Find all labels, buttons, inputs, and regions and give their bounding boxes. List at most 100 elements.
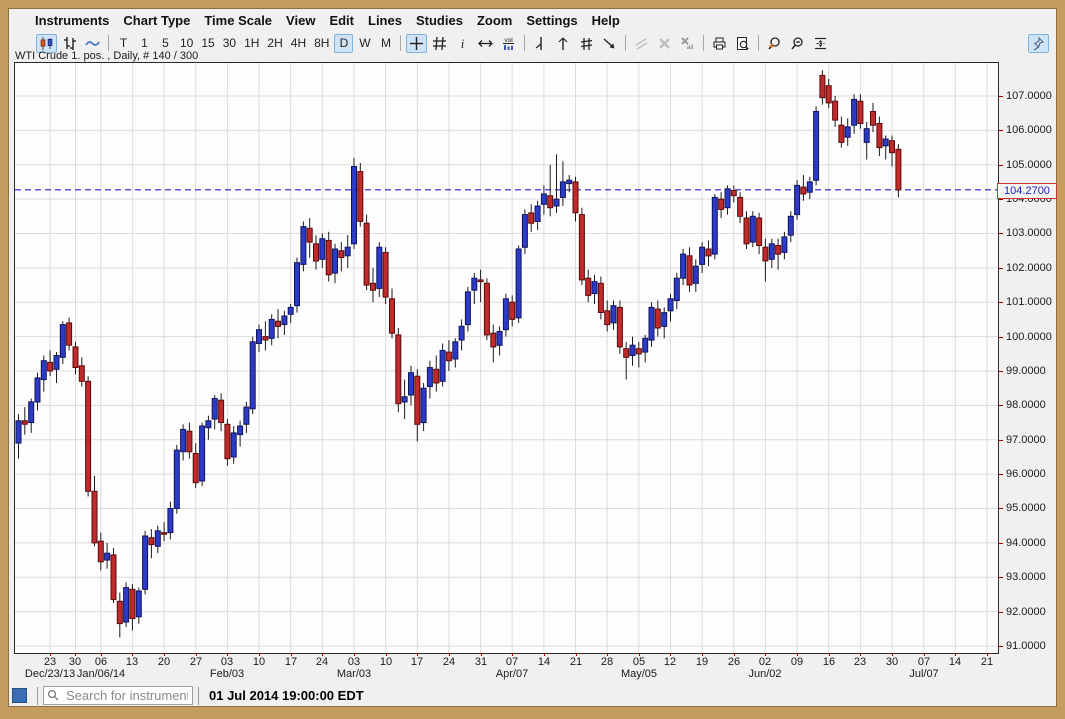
candle-up xyxy=(883,139,888,146)
timeframe-1h-button[interactable]: 1H xyxy=(241,34,262,53)
candle-up xyxy=(168,509,173,533)
print-preview-button[interactable] xyxy=(732,34,753,53)
svg-text:vol: vol xyxy=(505,37,514,44)
candle-down xyxy=(383,252,388,297)
candlestick-chart xyxy=(15,63,998,653)
candle-up xyxy=(244,407,249,424)
candle-down xyxy=(130,589,135,618)
time-axis-day-label: 26 xyxy=(728,656,740,668)
candle-up xyxy=(409,373,414,395)
timeframe-4h-button[interactable]: 4H xyxy=(288,34,309,53)
menu-view[interactable]: View xyxy=(286,13,315,28)
zoom-in-button[interactable] xyxy=(764,34,785,53)
timeframe-w-button[interactable]: W xyxy=(355,34,374,53)
pin-button[interactable] xyxy=(1028,34,1049,53)
candle-down xyxy=(73,347,78,368)
candle-down xyxy=(491,333,496,347)
candle-up xyxy=(503,299,508,330)
parallel-line-tool-button[interactable] xyxy=(576,34,597,53)
candle-down xyxy=(67,323,72,345)
menu-edit[interactable]: Edit xyxy=(329,13,354,28)
candle-up xyxy=(320,239,325,260)
menu-studies[interactable]: Studies xyxy=(416,13,463,28)
candle-down xyxy=(22,421,27,424)
candle-up xyxy=(143,536,148,589)
time-axis-month-label: Jul/07 xyxy=(909,668,938,680)
menu-time-scale[interactable]: Time Scale xyxy=(204,13,272,28)
candle-up xyxy=(269,319,274,338)
grid-button[interactable] xyxy=(429,34,450,53)
toolbar-separator xyxy=(108,35,109,51)
menu-zoom[interactable]: Zoom xyxy=(477,13,512,28)
timeframe-8h-button[interactable]: 8H xyxy=(311,34,332,53)
candle-down xyxy=(731,191,736,196)
candle-down xyxy=(738,197,743,216)
current-price-tag: 104.2700 xyxy=(997,183,1057,199)
print-button[interactable] xyxy=(709,34,730,53)
vertical-line-tool-button[interactable] xyxy=(530,34,551,53)
candle-down xyxy=(276,321,281,326)
menu-chart-type[interactable]: Chart Type xyxy=(123,13,190,28)
candle-down xyxy=(434,369,439,383)
crosshair-button[interactable] xyxy=(406,34,427,53)
toolbar-separator xyxy=(400,35,401,51)
timeframe-d-button[interactable]: D xyxy=(334,34,353,53)
timeframe-2h-button[interactable]: 2H xyxy=(264,34,285,53)
application-content: Instruments Chart Type Time Scale View Edit L… xyxy=(8,8,1057,707)
candle-down xyxy=(826,86,831,103)
price-axis-label: 94.0000 xyxy=(1006,537,1046,549)
time-axis-day-label: 09 xyxy=(791,656,803,668)
chart-plot-area[interactable] xyxy=(14,62,999,654)
instrument-color-swatch[interactable] xyxy=(12,688,27,703)
candle-up xyxy=(649,307,654,340)
time-axis-day-label: 07 xyxy=(918,656,930,668)
zoom-out-button[interactable] xyxy=(787,34,808,53)
candle-up xyxy=(560,182,565,198)
timeframe-m-button[interactable]: M xyxy=(376,34,395,53)
candle-down xyxy=(636,349,641,354)
time-axis-day-label: 30 xyxy=(69,656,81,668)
candle-down xyxy=(193,454,198,483)
volume-button[interactable]: vol xyxy=(498,34,519,53)
toolbar-separator xyxy=(524,35,525,51)
fit-vertical-button[interactable] xyxy=(810,34,831,53)
candle-down xyxy=(598,283,603,312)
search-input[interactable] xyxy=(43,686,193,705)
menu-help[interactable]: Help xyxy=(592,13,620,28)
horizontal-expand-button[interactable] xyxy=(475,34,496,53)
price-axis-tick xyxy=(999,543,1003,544)
price-axis-tick xyxy=(999,612,1003,613)
ray-tool-button[interactable] xyxy=(599,34,620,53)
menu-instruments[interactable]: Instruments xyxy=(35,13,109,28)
candle-up xyxy=(453,342,458,359)
candle-up xyxy=(668,299,673,311)
timeframe-30-button[interactable]: 30 xyxy=(220,34,239,53)
price-axis-tick xyxy=(999,577,1003,578)
trend-line-tool-button[interactable] xyxy=(553,34,574,53)
candle-down xyxy=(219,400,224,422)
candle-down xyxy=(364,223,369,285)
delete-all-lines-button[interactable]: all xyxy=(677,34,698,53)
info-button[interactable]: i xyxy=(452,34,473,53)
menubar: Instruments Chart Type Time Scale View Edit L… xyxy=(9,10,620,31)
candle-up xyxy=(124,588,129,622)
menu-lines[interactable]: Lines xyxy=(368,13,402,28)
candle-down xyxy=(339,251,344,258)
time-axis-month-label: Apr/07 xyxy=(496,668,528,680)
timeframe-15-button[interactable]: 15 xyxy=(198,34,217,53)
price-axis-label: 95.0000 xyxy=(1006,502,1046,514)
candle-up xyxy=(29,402,34,423)
parallel-lines-button[interactable] xyxy=(631,34,652,53)
candle-up xyxy=(472,278,477,290)
time-axis-day-label: 21 xyxy=(570,656,582,668)
candle-down xyxy=(548,196,553,208)
candle-up xyxy=(541,194,546,204)
candle-up xyxy=(427,368,432,387)
menu-settings[interactable]: Settings xyxy=(526,13,577,28)
price-axis-label: 92.0000 xyxy=(1006,606,1046,618)
delete-line-button[interactable] xyxy=(654,34,675,53)
time-axis-day-label: 05 xyxy=(633,656,645,668)
candle-up xyxy=(725,189,730,208)
candle-down xyxy=(162,533,167,535)
time-axis-day-label: 12 xyxy=(664,656,676,668)
